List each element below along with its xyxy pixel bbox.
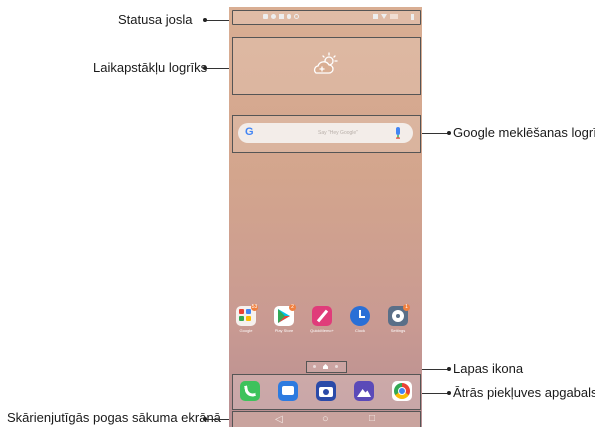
google-g-logo: G (245, 126, 254, 138)
status-bar-leader-dot (203, 18, 207, 22)
app-label-clock: Clock (354, 328, 365, 333)
app-label-memo: QuickMemo+ (310, 328, 334, 333)
label-quick-access: Ātrās piekļuves apgabals (453, 385, 595, 400)
label-google-search: Google meklēšanas logrīks (453, 125, 595, 140)
page-indicator[interactable] (306, 361, 347, 373)
page-icon-leader-dot (447, 367, 451, 371)
camera-icon[interactable] (316, 381, 336, 401)
quick-access-dock (232, 374, 421, 410)
quick-access-leader (418, 393, 449, 394)
label-touch-buttons: Skārienjutīgās pogas sākuma ekrānā (7, 410, 221, 425)
google-folder-badge: 53 (251, 304, 258, 311)
search-placeholder: Say "Hey Google" (318, 130, 358, 136)
home-button[interactable]: ○ (322, 413, 329, 425)
label-weather-widget: Laikapstākļu logrīks (93, 60, 208, 75)
status-bar[interactable] (232, 10, 421, 25)
chrome-icon[interactable] (392, 381, 412, 401)
google-search-widget: G Say "Hey Google" (232, 115, 421, 153)
navigation-bar: ◁ ○ □ (232, 411, 421, 427)
weather-cloud-sun-icon (313, 52, 338, 74)
back-button[interactable]: ◁ (275, 414, 283, 425)
search-leader-dot (447, 131, 451, 135)
app-label-play-store: Play Store (274, 328, 294, 333)
weather-widget[interactable] (232, 37, 421, 95)
microphone-icon[interactable] (394, 127, 402, 139)
label-status-bar: Statusa josla (118, 12, 193, 27)
clock-icon[interactable] (350, 306, 370, 326)
gallery-icon[interactable] (354, 381, 374, 401)
search-leader (418, 133, 449, 134)
touch-buttons-leader-dot (203, 417, 207, 421)
google-search-bar[interactable]: G Say "Hey Google" (238, 123, 413, 143)
system-status-icons (373, 14, 417, 20)
memo-icon[interactable] (312, 306, 332, 326)
label-page-icon: Lapas ikona (453, 361, 524, 376)
notification-icons (263, 14, 305, 20)
quick-access-leader-dot (447, 391, 451, 395)
phone-home-screen: G Say "Hey Google" 53 Google 2 Play Stor… (229, 7, 422, 427)
messages-icon[interactable] (278, 381, 298, 401)
phone-icon[interactable] (240, 381, 260, 401)
recents-button[interactable]: □ (369, 413, 375, 424)
settings-badge: 1 (403, 304, 410, 311)
app-label-settings: Settings (390, 328, 406, 333)
weather-leader-dot (203, 66, 207, 70)
play-store-badge: 2 (289, 304, 296, 311)
app-label-google: Google (239, 328, 253, 333)
